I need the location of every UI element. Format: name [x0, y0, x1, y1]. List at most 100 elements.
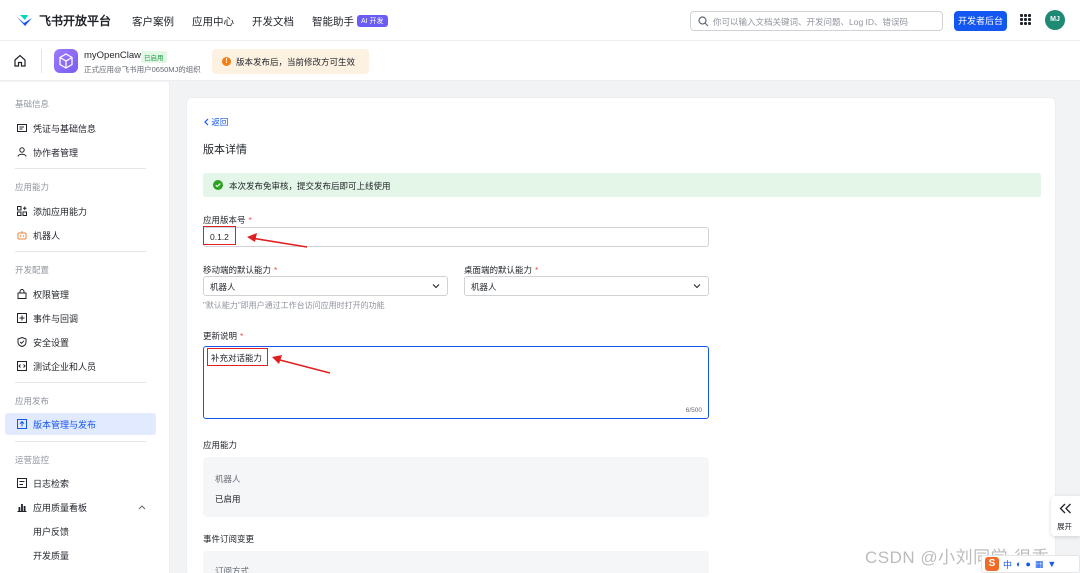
mobile-capability-value: 机器人 [210, 282, 236, 292]
sidebar: 基础信息 凭证与基础信息 协作者管理 应用能力 添加应用能力 机器人 开发配置 … [0, 82, 170, 573]
sogou-logo-icon: S [985, 557, 999, 571]
feishu-logo-icon [17, 14, 32, 26]
expand-panel-button[interactable]: 展开 [1051, 496, 1080, 536]
desktop-capability-value: 机器人 [471, 282, 497, 292]
mic-icon[interactable]: ● [1025, 559, 1030, 569]
desktop-field-label: 桌面端的默认能力 * [464, 264, 538, 276]
sidebar-item-label: 测试企业和人员 [33, 361, 97, 372]
chevron-up-icon [138, 505, 146, 510]
sidebar-item-label: 用户反馈 [33, 526, 70, 537]
ai-badge: AI 开发 [357, 15, 388, 27]
nav-assistant-label: 智能助手 [312, 16, 354, 28]
app-header-bar: myOpenClaw 已启用 正式应用@飞书用户0650MJ的组织 ! 版本发布… [0, 41, 1080, 81]
capability-box: 机器人 已启用 [203, 457, 709, 517]
char-counter: 6/500 [685, 407, 702, 414]
nav-dev-docs[interactable]: 开发文档 [252, 14, 294, 29]
chevron-down-icon [693, 284, 701, 289]
capability-section-label: 应用能力 [203, 440, 238, 450]
sidebar-item-permissions[interactable]: 权限管理 [5, 283, 156, 305]
grid-plus-icon [17, 206, 27, 216]
sidebar-item-bot[interactable]: 机器人 [5, 224, 156, 246]
status-badge: 已启用 [141, 51, 167, 63]
sidebar-item-label: 日志检索 [33, 478, 70, 489]
sidebar-item-security[interactable]: 安全设置 [5, 331, 156, 353]
search-input[interactable]: 你可以输入文档关键词、开发问题、Log ID、错误码 [690, 11, 943, 31]
chevron-left-icon [204, 118, 209, 126]
app-name: myOpenClaw [84, 50, 142, 61]
sidebar-item-credentials[interactable]: 凭证与基础信息 [5, 117, 156, 139]
page-title: 版本详情 [203, 144, 247, 156]
ime-toolbar[interactable]: S 中 ◐ ● ▦ ▼ [981, 555, 1080, 573]
brand-name: 飞书开放平台 [39, 14, 112, 28]
notes-label-text: 更新说明 [203, 331, 238, 341]
sidebar-item-label: 版本管理与发布 [33, 419, 97, 430]
ime-language[interactable]: 中 [1003, 558, 1012, 571]
capability-status: 已启用 [215, 494, 241, 504]
sidebar-group-dev-config: 开发配置 [15, 265, 50, 275]
desktop-capability-select[interactable]: 机器人 [464, 276, 709, 296]
sidebar-item-add-capability[interactable]: 添加应用能力 [5, 200, 156, 222]
search-icon [698, 16, 709, 27]
warning-icon: ! [222, 57, 231, 66]
developer-console-button[interactable]: 开发者后台 [954, 11, 1007, 31]
sidebar-group-monitoring: 运营监控 [15, 455, 50, 465]
divider [15, 168, 146, 169]
back-link[interactable]: 返回 [203, 116, 228, 128]
sidebar-item-quality-dashboard[interactable]: 应用质量看板 [5, 496, 156, 518]
divider [15, 382, 146, 383]
sidebar-item-label: 凭证与基础信息 [33, 123, 97, 134]
capability-name: 机器人 [215, 474, 241, 484]
sidebar-item-version-release[interactable]: 版本管理与发布 [5, 413, 156, 435]
moon-icon[interactable]: ◐ [1016, 559, 1021, 569]
upload-icon [17, 419, 27, 429]
nav-customer-cases[interactable]: 客户案例 [132, 14, 174, 29]
log-icon [17, 478, 27, 488]
publish-notice: ! 版本发布后，当前修改方可生效 [212, 49, 369, 74]
cube-icon [59, 53, 73, 69]
brand-logo[interactable]: 飞书开放平台 [16, 12, 111, 29]
keyboard-icon[interactable]: ▦ [1035, 559, 1044, 570]
required-mark: * [274, 265, 278, 275]
sidebar-item-label: 机器人 [33, 230, 61, 241]
shield-icon [17, 337, 27, 347]
required-mark: * [240, 331, 244, 341]
version-detail-card: 返回 版本详情 本次发布免审核，提交发布后即可上线使用 应用版本号 * 0.1.2… [186, 97, 1056, 573]
search-placeholder: 你可以输入文档关键词、开发问题、Log ID、错误码 [713, 17, 909, 27]
bar-chart-icon [17, 504, 27, 512]
sidebar-group-release: 应用发布 [15, 396, 50, 406]
sidebar-item-dev-quality[interactable]: 开发质量 [5, 544, 156, 566]
shirt-icon[interactable]: ▼ [1047, 559, 1056, 569]
app-org: 正式应用@飞书用户0650MJ的组织 [84, 65, 201, 74]
sidebar-item-events[interactable]: 事件与回调 [5, 307, 156, 329]
sidebar-item-log-search[interactable]: 日志检索 [5, 472, 156, 494]
apps-grid-icon[interactable] [1020, 14, 1031, 25]
sidebar-item-label: 协作者管理 [33, 147, 79, 158]
sidebar-item-user-feedback[interactable]: 用户反馈 [5, 520, 156, 542]
success-notice-text: 本次发布免审核，提交发布后即可上线使用 [229, 181, 391, 191]
sidebar-item-test-tenant[interactable]: 测试企业和人员 [5, 355, 156, 377]
annotation-box [207, 348, 268, 366]
sidebar-item-label: 事件与回调 [33, 313, 79, 324]
sidebar-group-capabilities: 应用能力 [15, 182, 50, 192]
avatar[interactable]: MJ [1045, 10, 1065, 30]
sidebar-item-label: 应用质量看板 [33, 502, 88, 513]
id-card-icon [17, 124, 27, 132]
nav-assistant[interactable]: 智能助手 AI 开发 [312, 14, 388, 29]
mobile-field-label: 移动端的默认能力 * [203, 264, 277, 276]
sidebar-item-label: 添加应用能力 [33, 206, 88, 217]
desktop-label-text: 桌面端的默认能力 [464, 265, 533, 275]
main-nav: 客户案例 应用中心 开发文档 智能助手 AI 开发 [132, 14, 388, 29]
notice-text: 版本发布后，当前修改方可生效 [236, 57, 356, 67]
divider [41, 49, 42, 73]
success-notice: 本次发布免审核，提交发布后即可上线使用 [203, 173, 1041, 197]
robot-icon [17, 231, 27, 240]
sidebar-item-collaborators[interactable]: 协作者管理 [5, 141, 156, 163]
event-section-label: 事件订阅变更 [203, 534, 255, 544]
home-icon[interactable] [13, 54, 27, 67]
app-icon [54, 49, 78, 73]
user-icon [17, 147, 27, 157]
divider [15, 251, 146, 252]
mobile-capability-select[interactable]: 机器人 [203, 276, 448, 296]
annotation-arrow [272, 355, 331, 374]
nav-app-center[interactable]: 应用中心 [192, 14, 234, 29]
